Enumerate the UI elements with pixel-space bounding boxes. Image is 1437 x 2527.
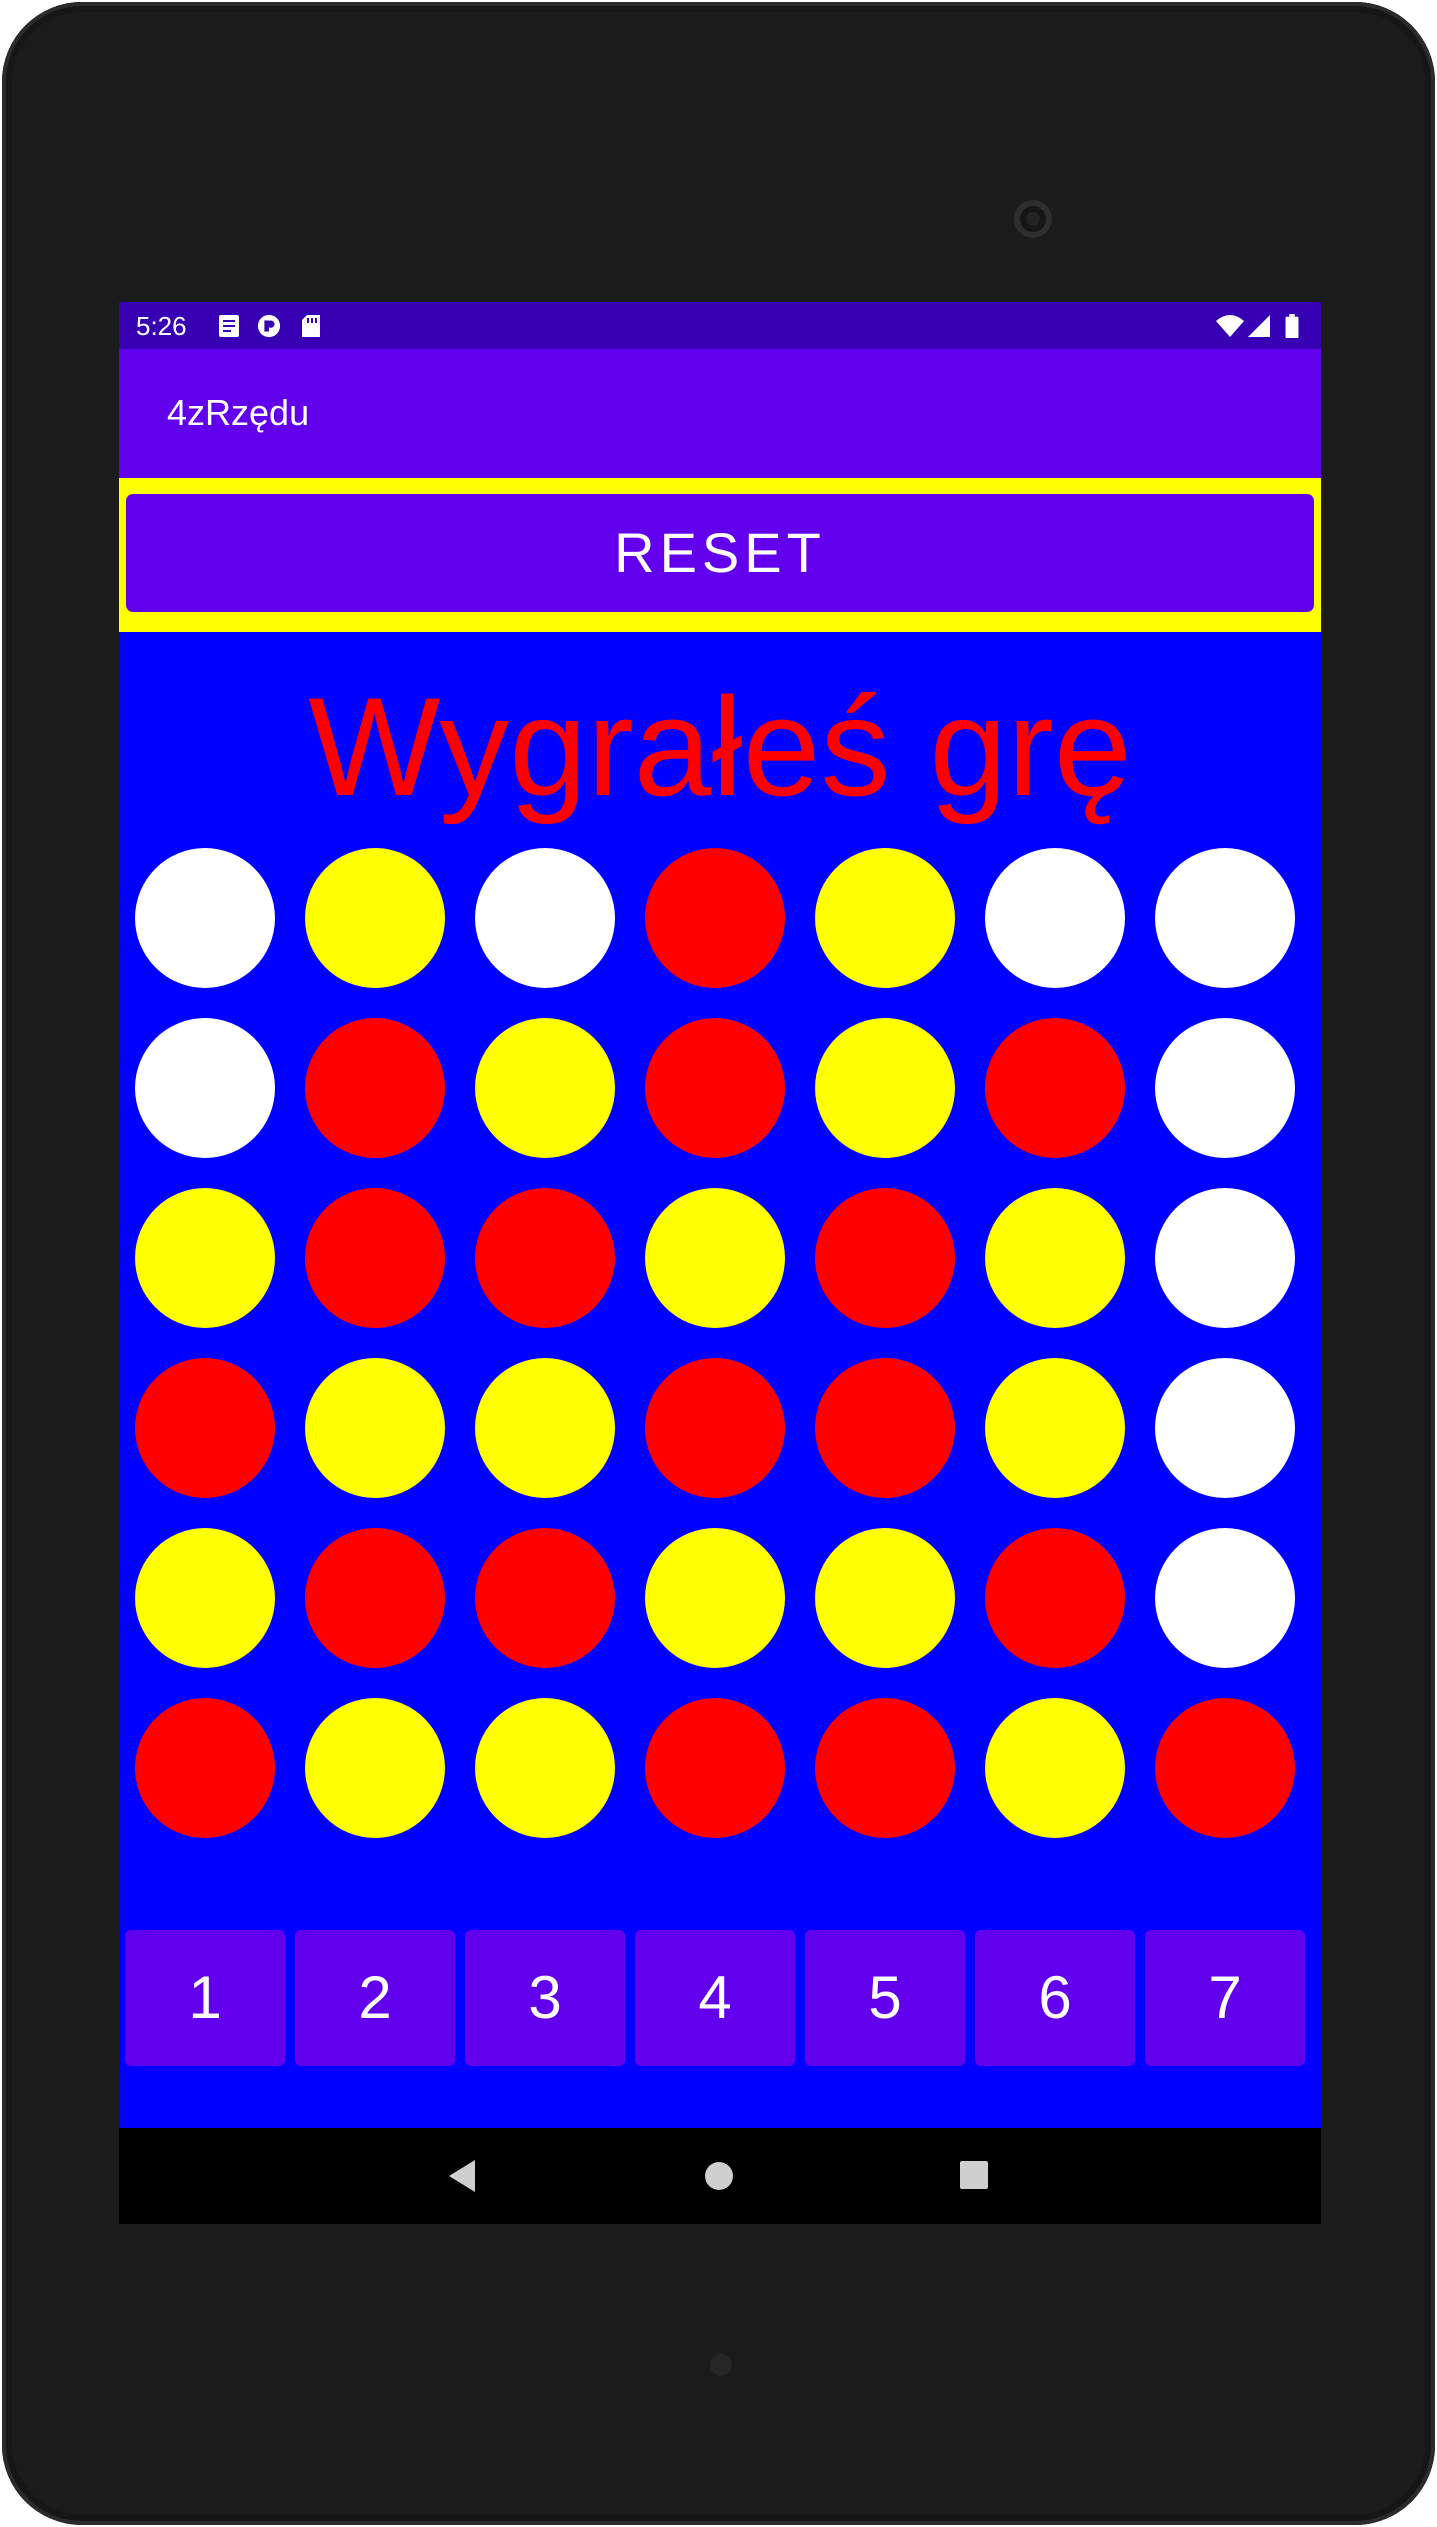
board-cell-r6-c7 [1155, 1698, 1295, 1838]
screen: 5:26 4zRzędu RESET Wygrałeś grę 1 2 3 4 … [119, 302, 1321, 2224]
column-button-1[interactable]: 1 [125, 1930, 285, 2066]
board-cell-r2-c7 [1155, 1018, 1295, 1158]
column-button-4[interactable]: 4 [635, 1930, 795, 2066]
board-cell-r5-c1 [135, 1528, 275, 1668]
battery-icon [1285, 314, 1299, 338]
board-cell-r6-c6 [985, 1698, 1125, 1838]
board-cell-r6-c2 [305, 1698, 445, 1838]
board-cell-r4-c6 [985, 1358, 1125, 1498]
board-cell-r4-c7 [1155, 1358, 1295, 1498]
sd-card-icon [302, 315, 320, 337]
status-time: 5:26 [136, 311, 187, 341]
status-bar: 5:26 [119, 302, 1321, 349]
board-cell-r4-c2 [305, 1358, 445, 1498]
column-button-6[interactable]: 6 [975, 1930, 1135, 2066]
board-cell-r5-c6 [985, 1528, 1125, 1668]
board-cell-r3-c1 [135, 1188, 275, 1328]
recents-square-icon[interactable] [959, 2160, 989, 2190]
board-cell-r6-c1 [135, 1698, 275, 1838]
board-cell-r3-c3 [475, 1188, 615, 1328]
wifi-icon [1216, 315, 1244, 337]
board-cell-r1-c5 [815, 848, 955, 988]
notes-icon [219, 315, 239, 337]
board-cell-r6-c4 [645, 1698, 785, 1838]
board-cell-r6-c3 [475, 1698, 615, 1838]
board-cell-r1-c7 [1155, 848, 1295, 988]
reset-frame: RESET [119, 478, 1321, 632]
pocket-icon [257, 314, 281, 338]
column-button-2[interactable]: 2 [295, 1930, 455, 2066]
app-title: 4zRzędu [167, 392, 310, 433]
back-triangle-icon[interactable] [445, 2156, 479, 2196]
board-cell-r2-c5 [815, 1018, 955, 1158]
app-bar: 4zRzędu [119, 349, 1321, 478]
board-cell-r6-c5 [815, 1698, 955, 1838]
board-cell-r3-c6 [985, 1188, 1125, 1328]
cellular-signal-icon [1248, 315, 1270, 337]
board-cell-r2-c2 [305, 1018, 445, 1158]
board-cell-r4-c4 [645, 1358, 785, 1498]
board-cell-r2-c1 [135, 1018, 275, 1158]
tablet-frame: 5:26 4zRzędu RESET Wygrałeś grę 1 2 3 4 … [2, 2, 1435, 2525]
column-button-5[interactable]: 5 [805, 1930, 965, 2066]
board-cell-r1-c2 [305, 848, 445, 988]
board-cell-r4-c3 [475, 1358, 615, 1498]
board-cell-r1-c3 [475, 848, 615, 988]
board-cell-r3-c4 [645, 1188, 785, 1328]
reset-button[interactable]: RESET [126, 494, 1314, 612]
board-cell-r3-c7 [1155, 1188, 1295, 1328]
board-cell-r5-c3 [475, 1528, 615, 1668]
board-cell-r5-c4 [645, 1528, 785, 1668]
board-cell-r1-c4 [645, 848, 785, 988]
board-cell-r2-c3 [475, 1018, 615, 1158]
light-sensor [710, 2354, 732, 2376]
column-button-7[interactable]: 7 [1145, 1930, 1305, 2066]
home-circle-icon[interactable] [701, 2158, 737, 2194]
board-cell-r4-c5 [815, 1358, 955, 1498]
board-cell-r3-c2 [305, 1188, 445, 1328]
board-cell-r2-c4 [645, 1018, 785, 1158]
board-cell-r5-c7 [1155, 1528, 1295, 1668]
column-button-3[interactable]: 3 [465, 1930, 625, 2066]
board-cell-r5-c2 [305, 1528, 445, 1668]
board-cell-r2-c6 [985, 1018, 1125, 1158]
board-cell-r3-c5 [815, 1188, 955, 1328]
board-cell-r1-c1 [135, 848, 275, 988]
board-cell-r4-c1 [135, 1358, 275, 1498]
navigation-bar [119, 2128, 1321, 2224]
win-message: Wygrałeś grę [308, 668, 1132, 825]
front-camera [1014, 200, 1052, 238]
board-cell-r5-c5 [815, 1528, 955, 1668]
board-cell-r1-c6 [985, 848, 1125, 988]
